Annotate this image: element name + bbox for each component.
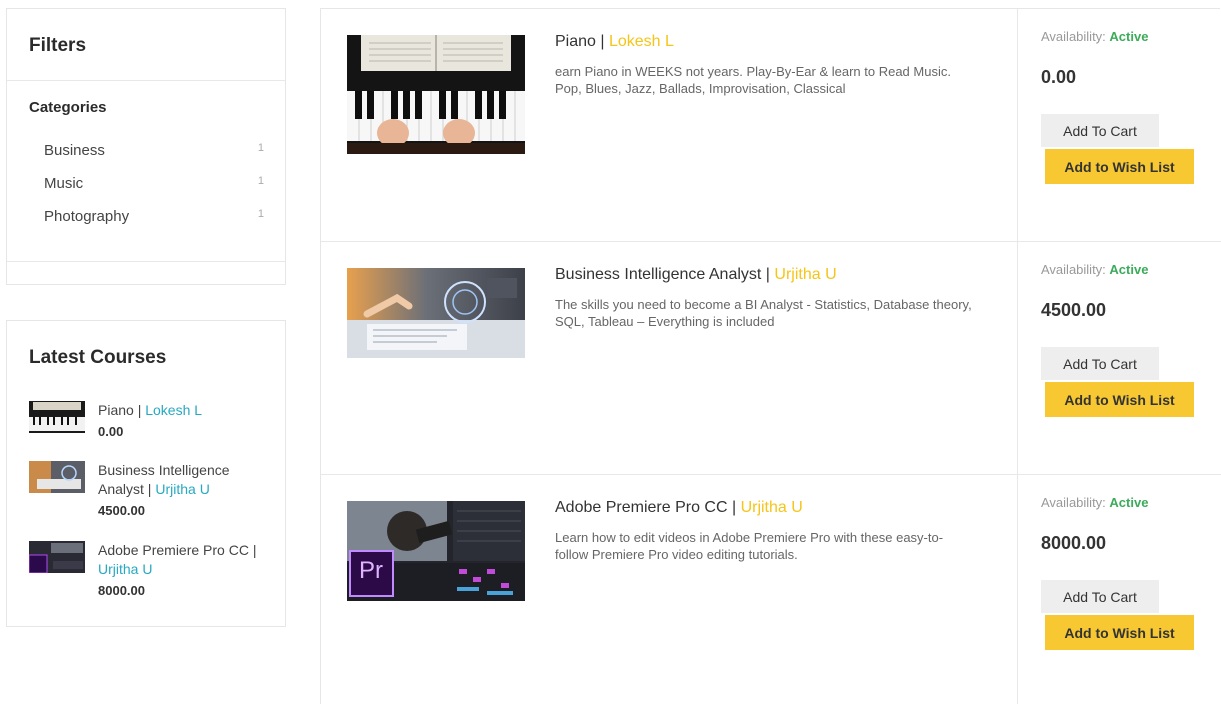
- availability-label: Availability:: [1041, 262, 1106, 277]
- category-count: 1: [257, 208, 264, 220]
- course-description: earn Piano in WEEKS not years. Play-By-E…: [555, 64, 951, 96]
- course-description: The skills you need to become a BI Analy…: [555, 297, 972, 329]
- categories-title: Categories: [29, 99, 107, 116]
- latest-course-price: 0.00: [98, 424, 124, 439]
- course-price: 8000.00: [1041, 533, 1107, 553]
- course-author[interactable]: Urjitha U: [741, 499, 803, 516]
- course-name[interactable]: Piano: [555, 33, 596, 50]
- piano-image[interactable]: [347, 35, 525, 154]
- course-author[interactable]: Lokesh L: [609, 33, 674, 50]
- availability: Availability: Active: [1041, 29, 1148, 44]
- course-author[interactable]: Urjitha U: [774, 266, 836, 283]
- course-description: Learn how to edit videos in Adobe Premie…: [555, 530, 944, 562]
- add-to-cart-button[interactable]: Add To Cart: [1041, 114, 1159, 147]
- name-separator: |: [248, 542, 257, 558]
- course-price: 0.00: [1041, 67, 1077, 87]
- availability: Availability: Active: [1041, 495, 1148, 510]
- latest-courses-title: Latest Courses: [29, 347, 167, 368]
- course-row: Business Intelligence Analyst | Urjitha …: [321, 242, 1221, 475]
- availability-label: Availability:: [1041, 29, 1106, 44]
- course-price: 4500.00: [1041, 300, 1107, 320]
- category-count: 1: [257, 175, 264, 187]
- category-label: Photography: [44, 208, 130, 225]
- availability-label: Availability:: [1041, 495, 1106, 510]
- course-row: Pr Adobe Premiere Pro CC | Urjitha U Lea…: [321, 475, 1221, 708]
- course-row: Piano | Lokesh L earn Piano in WEEKS not…: [321, 9, 1221, 242]
- latest-course-author[interactable]: Urjitha U: [98, 561, 152, 577]
- availability: Availability: Active: [1041, 262, 1148, 277]
- latest-course-name[interactable]: Piano: [98, 402, 134, 418]
- piano-thumbnail[interactable]: [29, 401, 85, 433]
- category-photography[interactable]: Photography 1: [44, 208, 264, 230]
- filters-panel: Filters Categories Business 1 Music 1 Ph…: [6, 8, 286, 285]
- category-music[interactable]: Music 1: [44, 175, 264, 197]
- course-list: Piano | Lokesh L earn Piano in WEEKS not…: [320, 8, 1221, 704]
- name-separator: |: [595, 33, 609, 50]
- bi-analyst-image[interactable]: [347, 268, 525, 358]
- category-business[interactable]: Business 1: [44, 142, 264, 164]
- add-to-cart-button[interactable]: Add To Cart: [1041, 347, 1159, 380]
- name-separator: |: [761, 266, 775, 283]
- add-to-wishlist-button[interactable]: Add to Wish List: [1045, 382, 1194, 417]
- course-name[interactable]: Adobe Premiere Pro CC: [555, 499, 728, 516]
- premiere-image[interactable]: Pr: [347, 501, 525, 601]
- category-count: 1: [257, 142, 264, 154]
- filters-title: Filters: [29, 35, 87, 56]
- latest-course-author[interactable]: Urjitha U: [155, 481, 209, 497]
- name-separator: |: [727, 499, 741, 516]
- latest-course-name[interactable]: Adobe Premiere Pro CC: [98, 542, 249, 558]
- bi-analyst-thumbnail[interactable]: [29, 461, 85, 493]
- latest-course-author[interactable]: Lokesh L: [145, 402, 202, 418]
- latest-courses-panel: Latest Courses Piano | Lokesh L 0.00 Bus…: [6, 320, 286, 627]
- availability-status: Active: [1109, 29, 1149, 44]
- availability-status: Active: [1109, 495, 1149, 510]
- premiere-thumbnail[interactable]: [29, 541, 85, 573]
- availability-status: Active: [1109, 262, 1149, 277]
- latest-course-price: 8000.00: [98, 583, 145, 598]
- category-label: Music: [44, 175, 84, 192]
- latest-course-price: 4500.00: [98, 503, 145, 518]
- name-separator: |: [143, 481, 156, 497]
- add-to-cart-button[interactable]: Add To Cart: [1041, 580, 1159, 613]
- premiere-pro-icon: Pr: [359, 557, 383, 584]
- add-to-wishlist-button[interactable]: Add to Wish List: [1045, 149, 1194, 184]
- filters-divider: [7, 261, 285, 262]
- category-label: Business: [44, 142, 105, 159]
- add-to-wishlist-button[interactable]: Add to Wish List: [1045, 615, 1194, 650]
- name-separator: |: [133, 402, 146, 418]
- course-name[interactable]: Business Intelligence Analyst: [555, 266, 761, 283]
